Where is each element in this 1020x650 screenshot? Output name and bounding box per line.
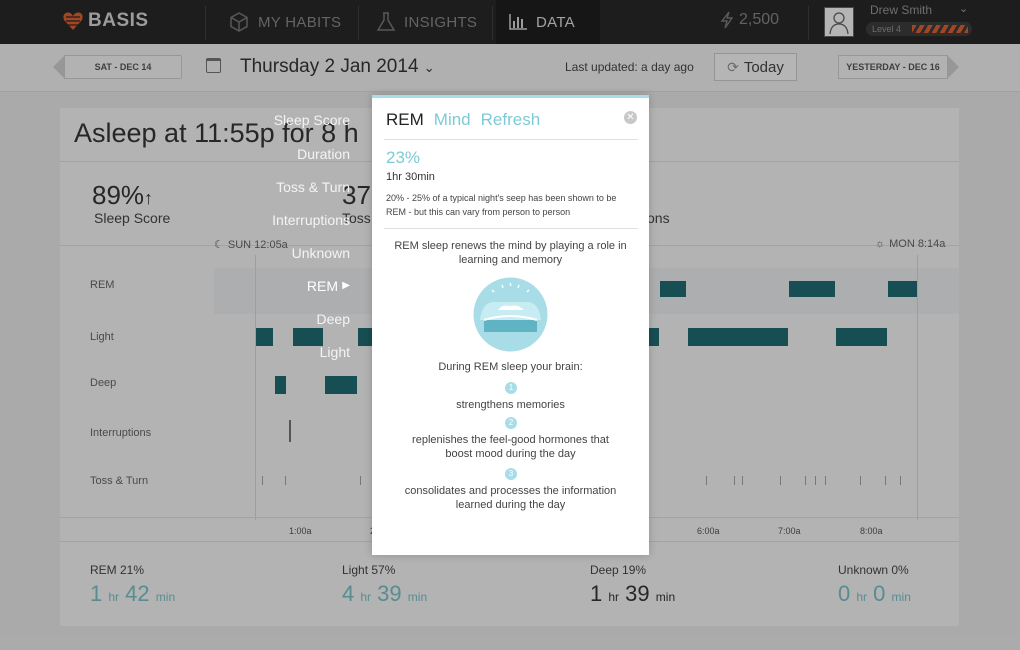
menu-item-toss-turn[interactable]: Toss & Turn: [170, 179, 350, 195]
rem-benefit-item: strengthens memories: [456, 399, 565, 411]
menu-item-deep[interactable]: Deep: [170, 311, 350, 327]
close-icon[interactable]: ✕: [624, 111, 637, 124]
modal-tabs: REM Mind Refresh: [386, 110, 540, 130]
menu-item-light[interactable]: Light: [170, 344, 350, 360]
menu-item-rem[interactable]: REM ▶: [170, 278, 350, 294]
divider: [384, 228, 638, 229]
rem-percent: 23%: [386, 148, 421, 167]
rem-benefit-item: consolidates and processes the informati…: [404, 485, 617, 511]
menu-item-duration[interactable]: Duration: [170, 146, 350, 162]
rem-description: 20% - 25% of a typical night's seep has …: [386, 193, 617, 217]
menu-item-sleep-score[interactable]: Sleep Score: [170, 112, 350, 128]
rem-renew-text: REM sleep renews the mind by playing a r…: [394, 240, 627, 266]
sleeping-person-icon: [473, 277, 548, 352]
menu-item-unknown[interactable]: Unknown: [170, 245, 350, 261]
menu-item-rem-label: REM: [306, 278, 338, 294]
rem-modal: REM Mind Refresh ✕ 23% 1hr 30min 20% - 2…: [372, 95, 649, 555]
rem-benefit-item: replenishes the feel-good hormones that …: [412, 434, 609, 460]
tab-rem[interactable]: REM: [386, 110, 424, 130]
number-badge: 1: [505, 382, 517, 394]
divider: [384, 139, 638, 140]
during-rem-heading: During REM sleep your brain:: [438, 361, 583, 373]
tab-refresh[interactable]: Refresh: [481, 110, 541, 130]
number-badge: 2: [505, 417, 517, 429]
caret-right-icon: ▶: [342, 280, 350, 291]
menu-item-interruptions[interactable]: Interruptions: [170, 212, 350, 228]
number-badge: 3: [505, 468, 517, 480]
tab-mind[interactable]: Mind: [434, 110, 471, 130]
rem-duration: 1hr 30min: [386, 171, 435, 183]
